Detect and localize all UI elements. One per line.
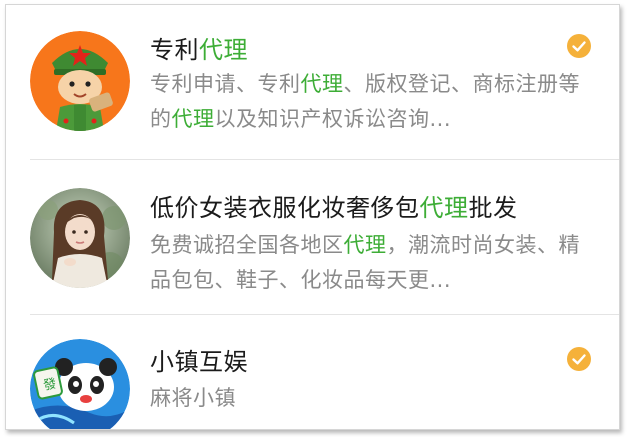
avatar bbox=[30, 31, 130, 131]
desc-highlight: 代理 bbox=[343, 233, 387, 257]
desc-highlight: 代理 bbox=[171, 107, 215, 131]
result-description: 专利申请、专利代理、版权登记、商标注册等的代理以及知识产权诉讼咨询... bbox=[150, 67, 580, 137]
result-description: 免费诚招全国各地区代理，潮流时尚女装、精品包包、鞋子、化妆品每天更... bbox=[150, 228, 580, 298]
title-text: 小镇互娱 bbox=[150, 348, 248, 376]
result-title[interactable]: 低价女装衣服化妆奢侈包代理批发 bbox=[150, 188, 518, 223]
desc-text: 专利申请、专利 bbox=[150, 72, 301, 96]
check-icon bbox=[567, 34, 591, 58]
desc-text: 以及知识产权诉讼咨询... bbox=[214, 107, 452, 131]
desc-text: 免费诚招全国各地区 bbox=[150, 233, 344, 257]
list-item[interactable]: 专利代理 专利申请、专利代理、版权登记、商标注册等的代理以及知识产权诉讼咨询..… bbox=[6, 5, 619, 159]
soldier-cartoon-avatar bbox=[30, 31, 130, 131]
woman-photo-avatar bbox=[30, 188, 130, 288]
title-text: 专利 bbox=[150, 36, 199, 64]
title-highlight: 代理 bbox=[199, 36, 248, 64]
list-item[interactable]: 低价女装衣服化妆奢侈包代理批发 免费诚招全国各地区代理，潮流时尚女装、精品包包、… bbox=[6, 160, 619, 314]
result-title[interactable]: 专利代理 bbox=[150, 30, 248, 65]
title-text: 低价女装衣服化妆奢侈包 bbox=[150, 194, 420, 222]
result-description: 麻将小镇 bbox=[150, 381, 580, 416]
title-text: 批发 bbox=[468, 194, 518, 222]
desc-text: 麻将小镇 bbox=[150, 386, 236, 410]
desc-highlight: 代理 bbox=[300, 72, 344, 96]
list-item[interactable]: 發 小镇互娱 麻将小镇 bbox=[6, 315, 619, 429]
panda-mahjong-avatar: 發 bbox=[30, 339, 130, 429]
check-icon bbox=[567, 347, 591, 371]
avatar bbox=[30, 188, 130, 288]
title-highlight: 代理 bbox=[419, 194, 469, 222]
avatar: 發 bbox=[30, 339, 130, 429]
search-results-list: 专利代理 专利申请、专利代理、版权登记、商标注册等的代理以及知识产权诉讼咨询..… bbox=[5, 4, 620, 430]
result-title[interactable]: 小镇互娱 bbox=[150, 342, 248, 377]
